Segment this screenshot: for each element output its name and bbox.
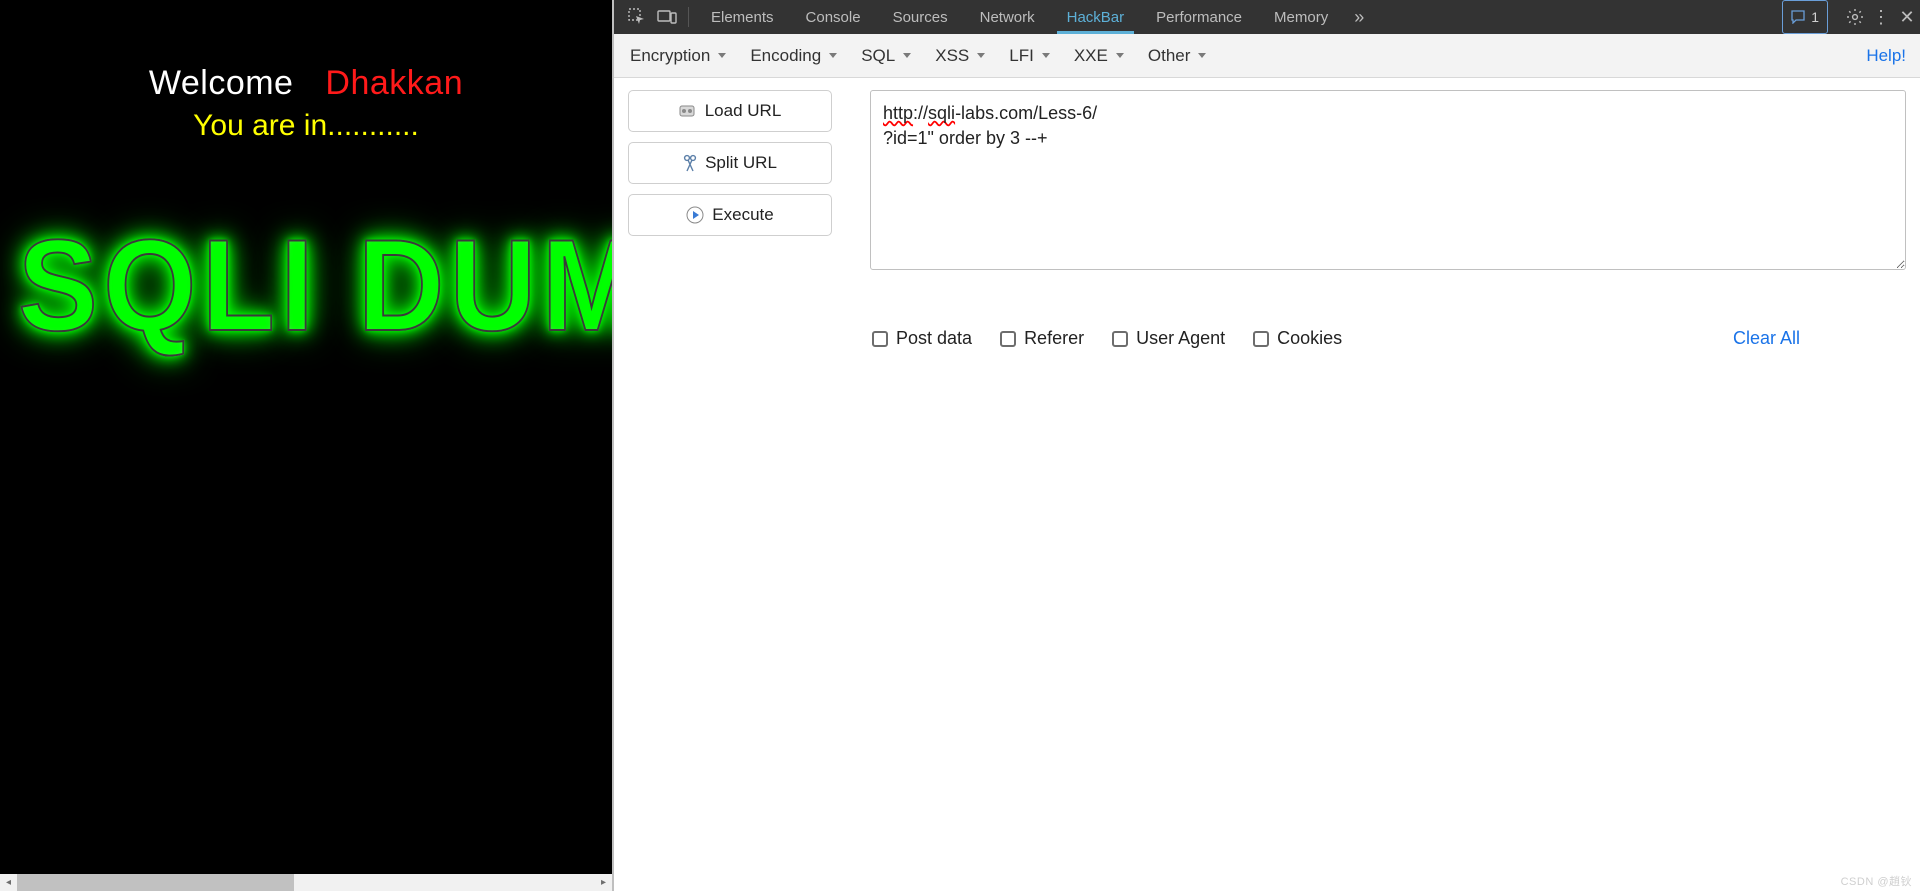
close-devtools-icon[interactable]: ✕	[1894, 0, 1920, 34]
load-url-icon	[679, 103, 697, 119]
welcome-name: Dhakkan	[325, 64, 463, 102]
settings-icon[interactable]	[1842, 0, 1868, 34]
load-url-button[interactable]: Load URL	[628, 90, 832, 132]
scroll-right-button[interactable]: ▸	[595, 874, 612, 891]
menu-encoding[interactable]: Encoding	[740, 42, 847, 70]
chevron-down-icon	[903, 53, 911, 58]
cookies-checkbox[interactable]: Cookies	[1253, 328, 1342, 349]
rendered-page-pane: Welcome Dhakkan You are in........... SQ…	[0, 0, 614, 891]
kebab-menu-icon[interactable]: ⋮	[1868, 0, 1894, 34]
message-icon	[1791, 10, 1805, 24]
devtools-tabstrip: Elements Console Sources Network HackBar…	[614, 0, 1920, 34]
user-agent-checkbox-input[interactable]	[1112, 331, 1128, 347]
url-input[interactable]: http://sqli-labs.com/Less-6/?id=1" order…	[870, 90, 1906, 270]
tab-hackbar[interactable]: HackBar	[1051, 0, 1141, 34]
tab-sources[interactable]: Sources	[877, 0, 964, 34]
post-data-label: Post data	[896, 328, 972, 349]
inspect-element-icon[interactable]	[622, 0, 652, 34]
split-url-label: Split URL	[705, 153, 777, 173]
execute-button[interactable]: Execute	[628, 194, 832, 236]
tab-memory[interactable]: Memory	[1258, 0, 1344, 34]
menu-sql[interactable]: SQL	[851, 42, 921, 70]
post-data-checkbox-input[interactable]	[872, 331, 888, 347]
chevron-down-icon	[718, 53, 726, 58]
chevron-down-icon	[977, 53, 985, 58]
tab-console[interactable]: Console	[790, 0, 877, 34]
split-url-button[interactable]: Split URL	[628, 142, 832, 184]
issues-count: 1	[1811, 9, 1819, 25]
menu-other[interactable]: Other	[1138, 42, 1217, 70]
scroll-track[interactable]	[17, 874, 595, 891]
execute-label: Execute	[712, 205, 773, 225]
tab-network[interactable]: Network	[964, 0, 1051, 34]
scissors-icon	[683, 154, 697, 172]
page-banner: SQLI DUMB	[18, 210, 614, 360]
hackbar-toolbar: Encryption Encoding SQL XSS LFI XXE Othe…	[614, 34, 1920, 78]
device-toolbar-icon[interactable]	[652, 0, 682, 34]
cookies-label: Cookies	[1277, 328, 1342, 349]
menu-lfi[interactable]: LFI	[999, 42, 1060, 70]
referer-label: Referer	[1024, 328, 1084, 349]
chevron-down-icon	[829, 53, 837, 58]
user-agent-label: User Agent	[1136, 328, 1225, 349]
issues-pill[interactable]: 1	[1782, 0, 1828, 34]
welcome-label: Welcome	[149, 64, 294, 102]
horizontal-scrollbar[interactable]: ◂ ▸	[0, 874, 612, 891]
post-data-checkbox[interactable]: Post data	[872, 328, 972, 349]
separator	[688, 7, 689, 27]
scroll-left-button[interactable]: ◂	[0, 874, 17, 891]
menu-xss[interactable]: XSS	[925, 42, 995, 70]
menu-xxe[interactable]: XXE	[1064, 42, 1134, 70]
chevron-down-icon	[1042, 53, 1050, 58]
help-link[interactable]: Help!	[1866, 46, 1910, 66]
tab-performance[interactable]: Performance	[1140, 0, 1258, 34]
devtools-pane: Elements Console Sources Network HackBar…	[614, 0, 1920, 891]
load-url-label: Load URL	[705, 101, 782, 121]
welcome-line: Welcome Dhakkan	[0, 64, 612, 103]
status-line: You are in...........	[0, 109, 612, 143]
referer-checkbox-input[interactable]	[1000, 331, 1016, 347]
watermark: CSDN @趙钬	[1841, 873, 1912, 889]
play-icon	[686, 206, 704, 224]
chevron-down-icon	[1116, 53, 1124, 58]
clear-all-link[interactable]: Clear All	[1733, 328, 1800, 349]
chevron-down-icon	[1198, 53, 1206, 58]
tab-elements[interactable]: Elements	[695, 0, 790, 34]
more-tabs-icon[interactable]: »	[1344, 0, 1374, 34]
user-agent-checkbox[interactable]: User Agent	[1112, 328, 1225, 349]
menu-encryption[interactable]: Encryption	[620, 42, 736, 70]
scroll-thumb[interactable]	[17, 874, 294, 891]
referer-checkbox[interactable]: Referer	[1000, 328, 1084, 349]
cookies-checkbox-input[interactable]	[1253, 331, 1269, 347]
